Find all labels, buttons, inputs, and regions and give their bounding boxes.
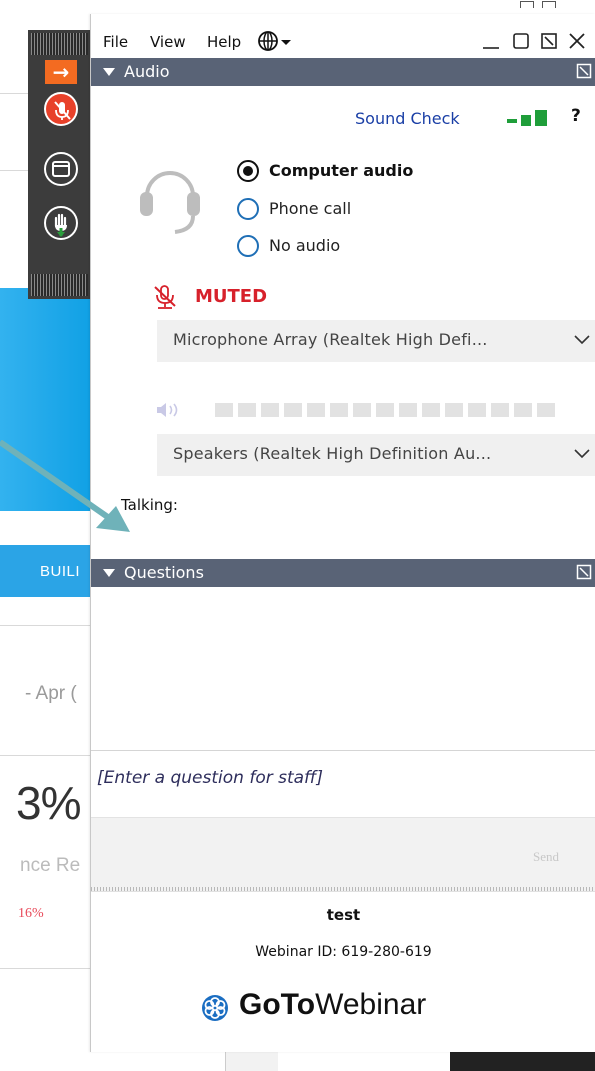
radio-phone-call[interactable] (237, 198, 259, 220)
radio-computer-audio[interactable] (237, 160, 259, 182)
collapse-triangle-icon[interactable] (103, 68, 115, 76)
background-change: 16% (18, 906, 44, 921)
drag-grip[interactable] (31, 274, 88, 296)
audio-section-title: Audio (124, 62, 170, 81)
popout-icon[interactable] (539, 31, 559, 51)
background-window-controls (520, 0, 595, 8)
background-bottom-dark (450, 1052, 595, 1071)
menu-file[interactable]: File (103, 33, 128, 51)
background-bottom-block (225, 1052, 278, 1071)
speakers-select[interactable]: Speakers (Realtek High Definition Au... (157, 434, 595, 476)
headset-icon (140, 171, 200, 234)
logo-text: GoToWebinar (239, 988, 426, 1022)
microphone-select-value: Microphone Array (Realtek High Defi... (173, 330, 488, 349)
help-button[interactable]: ? (571, 106, 581, 126)
webinar-id: Webinar ID: 619-280-619 (255, 944, 432, 960)
drag-grip[interactable] (31, 33, 88, 55)
radio-no-audio[interactable] (237, 235, 259, 257)
webinar-name: test (326, 906, 361, 924)
microphone-muted-icon[interactable] (44, 92, 78, 126)
popout-icon[interactable] (576, 63, 592, 79)
sound-check-link[interactable]: Sound Check (355, 109, 460, 128)
background-percent: 3% (16, 777, 81, 829)
webinar-control-panel: File View Help Audio Sound Check ? Compu… (90, 14, 595, 1052)
questions-log (91, 588, 595, 752)
muted-status: MUTED (195, 286, 268, 307)
background-divider (0, 625, 90, 626)
chevron-down-icon[interactable] (574, 333, 590, 347)
collapse-triangle-icon[interactable] (103, 569, 115, 577)
close-icon[interactable] (567, 31, 587, 51)
questions-section-header[interactable]: Questions (91, 559, 595, 587)
signal-strength-icon (507, 110, 547, 126)
logo-text-bold: GoTo (239, 988, 316, 1021)
microphone-select[interactable]: Microphone Array (Realtek High Defi... (157, 320, 595, 362)
speaker-level-meter (215, 403, 555, 417)
webinar-footer: test Webinar ID: 619-280-619 GoToWebinar (91, 891, 595, 1052)
minimize-icon[interactable] (481, 31, 501, 51)
send-button[interactable]: Send (533, 849, 559, 865)
maximize-icon[interactable] (511, 31, 531, 51)
logo-text-light: Webinar (315, 988, 427, 1021)
arrow-right-icon[interactable]: → (45, 60, 77, 84)
send-area: Send (91, 817, 595, 887)
gotowebinar-logo: GoToWebinar (201, 988, 501, 1028)
raise-hand-icon[interactable] (44, 206, 78, 240)
option-label: Computer audio (269, 161, 414, 180)
questions-section-title: Questions (124, 563, 204, 582)
menu-bar: File View Help (91, 24, 595, 58)
control-toolbar: → (28, 30, 91, 299)
speaker-icon (157, 403, 178, 417)
background-tab-label: BUILI (40, 563, 81, 580)
background-date-range: - Apr ( (25, 683, 77, 704)
menu-help[interactable]: Help (207, 33, 241, 51)
option-label: No audio (269, 236, 341, 255)
globe-icon[interactable] (257, 30, 279, 52)
popout-icon[interactable] (576, 564, 592, 580)
question-input-placeholder: [Enter a question for staff] (97, 768, 323, 788)
option-label: Phone call (269, 199, 352, 218)
chevron-down-icon[interactable] (574, 447, 590, 461)
flower-logo-icon (202, 995, 228, 1021)
background-divider (0, 755, 90, 756)
audio-section-header[interactable]: Audio (91, 58, 595, 86)
screen-icon[interactable] (44, 152, 78, 186)
background-tab: BUILI (0, 545, 96, 597)
menu-view[interactable]: View (150, 33, 186, 51)
background-divider (0, 968, 90, 969)
question-input[interactable]: [Enter a question for staff] (91, 751, 595, 817)
speakers-select-value: Speakers (Realtek High Definition Au... (173, 444, 492, 463)
chevron-down-icon[interactable] (281, 40, 291, 45)
background-rate-label: nce Re (20, 855, 81, 876)
annotation-arrow (0, 440, 130, 532)
background-divider (0, 170, 30, 171)
microphone-muted-icon[interactable] (153, 284, 177, 310)
